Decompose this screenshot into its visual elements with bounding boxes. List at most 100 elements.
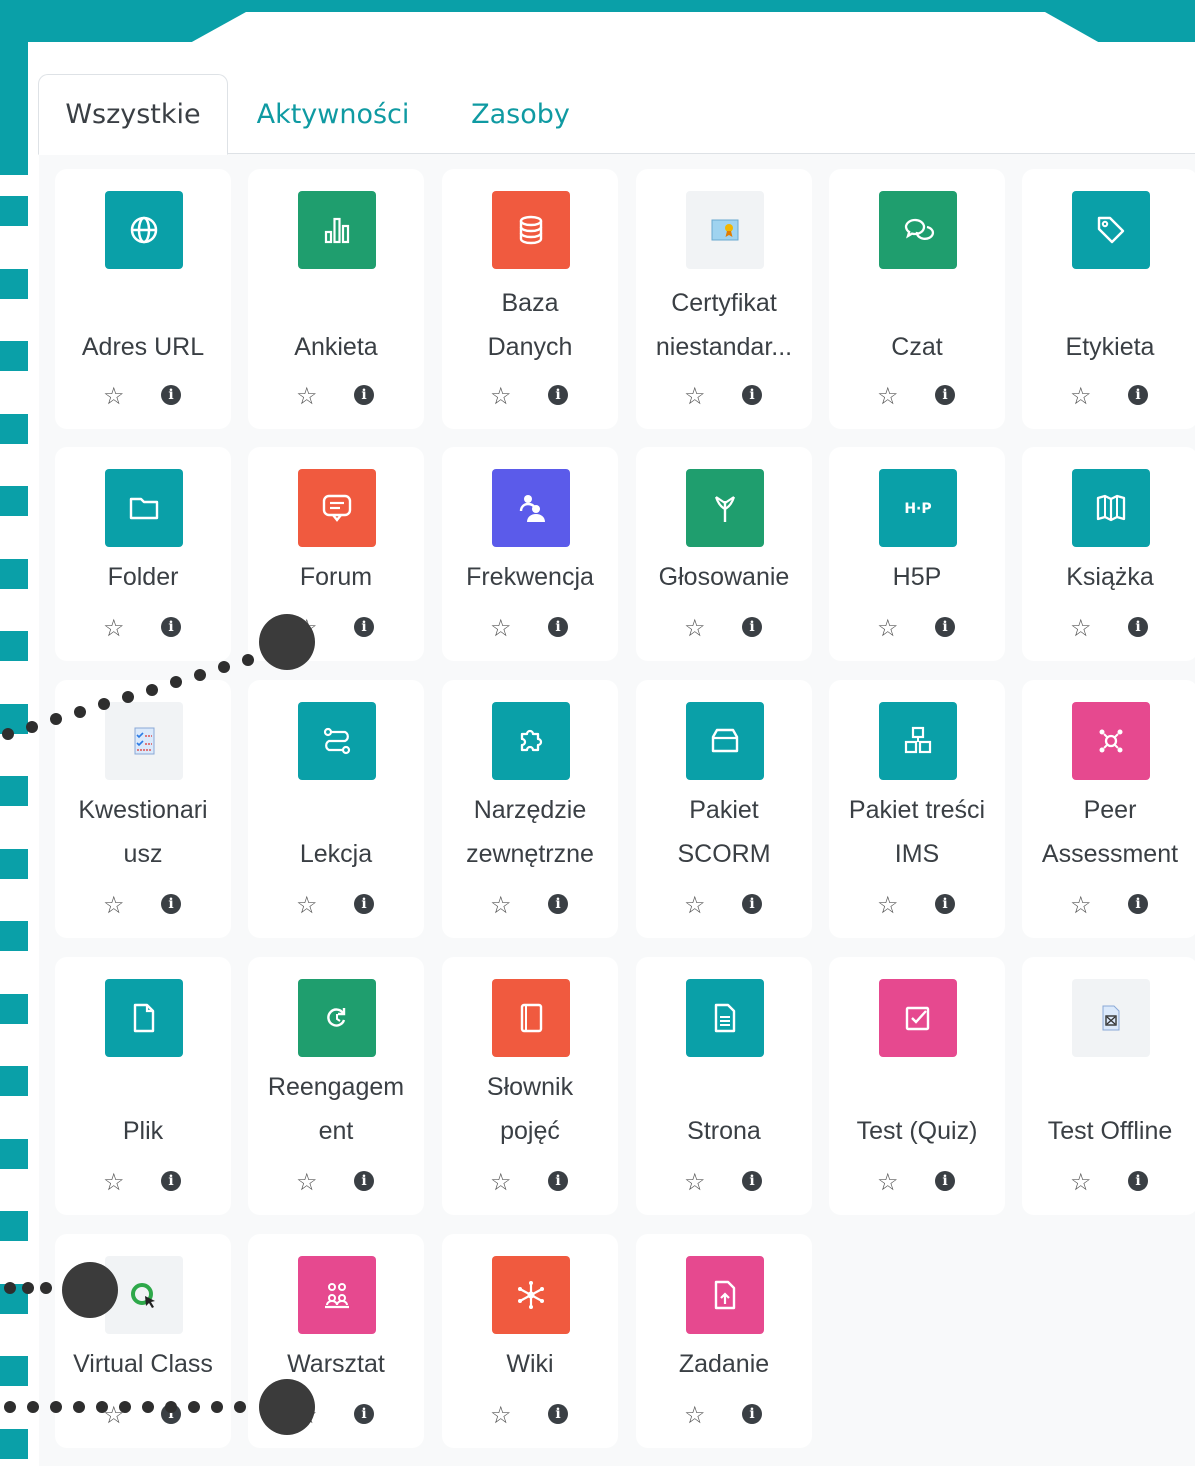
info-icon[interactable]: i — [742, 1171, 762, 1191]
module-card[interactable]: Ankieta ☆ i — [248, 169, 424, 429]
info-icon[interactable]: i — [354, 894, 374, 914]
module-card[interactable]: Plik ☆ i — [55, 957, 231, 1215]
star-favourite-icon[interactable]: ☆ — [103, 890, 125, 920]
info-icon[interactable]: i — [354, 1171, 374, 1191]
module-card[interactable]: Narzędzie zewnętrzne ☆ i — [442, 680, 618, 938]
star-favourite-icon[interactable]: ☆ — [296, 381, 318, 411]
info-icon[interactable]: i — [354, 1404, 374, 1424]
module-label: Etykieta — [1065, 333, 1155, 361]
module-card[interactable]: Baza Danych ☆ i — [442, 169, 618, 429]
module-card[interactable]: Adres URL ☆ i — [55, 169, 231, 429]
star-favourite-icon[interactable]: ☆ — [1070, 613, 1092, 643]
star-favourite-icon[interactable]: ☆ — [877, 381, 899, 411]
module-label: Adres URL — [81, 333, 205, 361]
info-icon[interactable]: i — [161, 894, 181, 914]
star-favourite-icon[interactable]: ☆ — [684, 890, 706, 920]
star-favourite-icon[interactable]: ☆ — [490, 613, 512, 643]
star-favourite-icon[interactable]: ☆ — [103, 381, 125, 411]
module-card[interactable]: Słownik pojęć ☆ i — [442, 957, 618, 1215]
strip-block — [0, 1356, 28, 1386]
module-actions: ☆i — [248, 1167, 424, 1197]
module-actions: ☆i — [829, 381, 1005, 411]
info-icon[interactable]: i — [548, 385, 568, 405]
annotation-dot — [142, 1401, 154, 1413]
module-card[interactable]: Książka ☆ i — [1022, 447, 1195, 661]
info-icon[interactable]: i — [548, 1404, 568, 1424]
info-icon[interactable]: i — [548, 1171, 568, 1191]
module-card[interactable]: Folder ☆ i — [55, 447, 231, 661]
star-favourite-icon[interactable]: ☆ — [1070, 1167, 1092, 1197]
star-favourite-icon[interactable]: ☆ — [103, 613, 125, 643]
info-icon[interactable]: i — [1128, 894, 1148, 914]
module-actions: ☆i — [248, 890, 424, 920]
star-favourite-icon[interactable]: ☆ — [490, 1400, 512, 1430]
info-icon[interactable]: i — [935, 385, 955, 405]
star-favourite-icon[interactable]: ☆ — [684, 613, 706, 643]
module-card[interactable]: Reengagem ent ☆ i — [248, 957, 424, 1215]
info-icon[interactable]: i — [1128, 385, 1148, 405]
module-card[interactable]: Peer Assessment ☆ i — [1022, 680, 1195, 938]
module-card[interactable]: Kwestionari usz ☆ i — [55, 680, 231, 938]
module-card[interactable]: Etykieta ☆ i — [1022, 169, 1195, 429]
module-actions: ☆i — [442, 1400, 618, 1430]
star-favourite-icon[interactable]: ☆ — [1070, 381, 1092, 411]
module-card[interactable]: Certyfikat niestandar... ☆ i — [636, 169, 812, 429]
star-favourite-icon[interactable]: ☆ — [490, 1167, 512, 1197]
file-icon — [105, 979, 183, 1057]
info-icon[interactable]: i — [935, 1171, 955, 1191]
info-icon[interactable]: i — [161, 617, 181, 637]
info-icon[interactable]: i — [1128, 1171, 1148, 1191]
tab-resources[interactable]: Zasoby — [448, 74, 593, 154]
module-card[interactable]: Głosowanie ☆ i — [636, 447, 812, 661]
info-icon[interactable]: i — [161, 385, 181, 405]
module-card[interactable]: H·P H5P ☆ i — [829, 447, 1005, 661]
module-card[interactable]: Pakiet treści IMS ☆ i — [829, 680, 1005, 938]
star-favourite-icon[interactable]: ☆ — [103, 1167, 125, 1197]
info-icon[interactable]: i — [548, 617, 568, 637]
tab-all[interactable]: Wszystkie — [38, 74, 228, 155]
module-actions: ☆i — [442, 381, 618, 411]
info-icon[interactable]: i — [742, 894, 762, 914]
strip-block — [0, 413, 28, 444]
module-card[interactable]: Test (Quiz) ☆ i — [829, 957, 1005, 1215]
info-icon[interactable]: i — [161, 1171, 181, 1191]
info-icon[interactable]: i — [548, 894, 568, 914]
info-icon[interactable]: i — [935, 617, 955, 637]
star-favourite-icon[interactable]: ☆ — [296, 890, 318, 920]
star-favourite-icon[interactable]: ☆ — [490, 381, 512, 411]
star-favourite-icon[interactable]: ☆ — [490, 890, 512, 920]
module-card[interactable]: Wiki ☆ i — [442, 1234, 618, 1448]
info-icon[interactable]: i — [1128, 617, 1148, 637]
module-actions: ☆i — [1022, 1167, 1195, 1197]
info-icon[interactable]: i — [354, 385, 374, 405]
module-card[interactable]: Test Offline ☆ i — [1022, 957, 1195, 1215]
star-favourite-icon[interactable]: ☆ — [1070, 890, 1092, 920]
star-favourite-icon[interactable]: ☆ — [684, 1400, 706, 1430]
module-card[interactable]: Frekwencja ☆ i — [442, 447, 618, 661]
module-label: usz — [123, 840, 163, 868]
strip-block — [0, 776, 28, 806]
star-favourite-icon[interactable]: ☆ — [684, 381, 706, 411]
strip-block — [0, 558, 28, 589]
info-icon[interactable]: i — [354, 617, 374, 637]
info-icon[interactable]: i — [742, 617, 762, 637]
module-card[interactable]: Strona ☆ i — [636, 957, 812, 1215]
module-card[interactable]: Czat ☆ i — [829, 169, 1005, 429]
module-card[interactable]: Lekcja ☆ i — [248, 680, 424, 938]
strip-block — [0, 993, 28, 1024]
star-favourite-icon[interactable]: ☆ — [877, 890, 899, 920]
star-favourite-icon[interactable]: ☆ — [877, 613, 899, 643]
info-icon[interactable]: i — [935, 894, 955, 914]
star-favourite-icon[interactable]: ☆ — [877, 1167, 899, 1197]
star-favourite-icon[interactable]: ☆ — [684, 1167, 706, 1197]
module-actions: ☆i — [55, 381, 231, 411]
tab-activities[interactable]: Aktywności — [238, 74, 428, 154]
module-label: Pakiet — [689, 796, 759, 824]
info-icon[interactable]: i — [742, 385, 762, 405]
star-favourite-icon[interactable]: ☆ — [296, 1167, 318, 1197]
info-icon[interactable]: i — [742, 1404, 762, 1424]
module-card[interactable]: Pakiet SCORM ☆ i — [636, 680, 812, 938]
module-actions: ☆i — [55, 1167, 231, 1197]
module-card[interactable]: Zadanie ☆ i — [636, 1234, 812, 1448]
strip-block — [0, 631, 28, 661]
